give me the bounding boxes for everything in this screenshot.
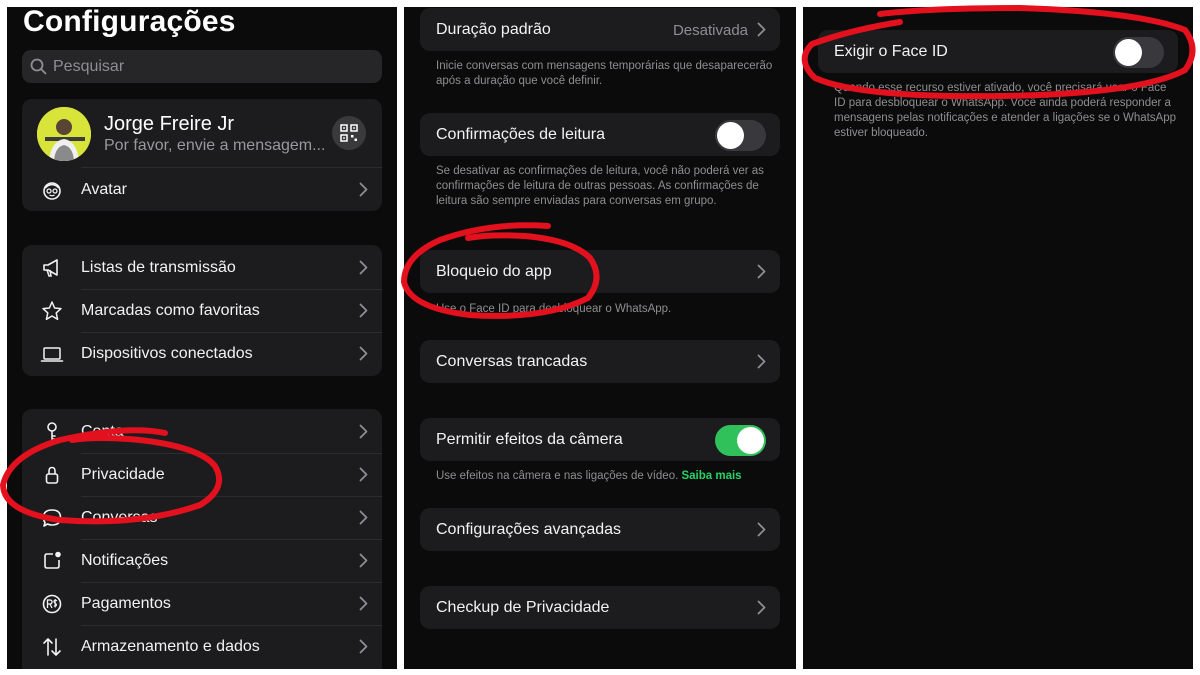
features-group: Listas de transmissão Marcadas como favo… [22, 245, 382, 376]
app-lock-note: Use o Face ID para desbloquear o WhatsAp… [436, 303, 672, 315]
search-icon [30, 58, 47, 75]
search-placeholder: Pesquisar [53, 57, 125, 75]
sidebar-item-payments[interactable]: Pagamentos [22, 582, 382, 625]
profile-status: Por favor, envie a mensagem... [104, 137, 326, 154]
page-title: Configurações [23, 7, 236, 38]
linked-devices-label: Dispositivos conectados [81, 344, 253, 362]
chevron-right-icon [359, 553, 368, 568]
advanced-settings-label: Configurações avançadas [436, 521, 622, 538]
sidebar-item-privacy[interactable]: Privacidade [22, 453, 382, 496]
chevron-right-icon [359, 639, 368, 654]
sidebar-item-notifications[interactable]: Notificações [22, 539, 382, 582]
key-icon [40, 420, 64, 444]
qr-code-icon [340, 124, 358, 142]
settings-group: Conta Privacidade Conversas Notificações [22, 409, 382, 669]
profile-card: Jorge Freire Jr Por favor, envie a mensa… [22, 99, 382, 211]
face-id-label: Exigir o Face ID [834, 43, 948, 60]
camera-effects-label: Permitir efeitos da câmera [436, 431, 623, 448]
app-lock-screen: Exigir o Face ID Quando esse recurso est… [803, 7, 1193, 669]
privacy-label: Privacidade [81, 465, 165, 483]
chevron-right-icon [359, 303, 368, 318]
chevron-right-icon [757, 264, 766, 279]
read-receipts-row: Confirmações de leitura [420, 113, 780, 156]
face-id-toggle[interactable] [1113, 37, 1164, 68]
chat-bubble-icon [40, 506, 64, 530]
camera-effects-note: Use efeitos na câmera e nas ligações de … [436, 469, 776, 484]
account-label: Conta [81, 422, 124, 440]
default-duration-value: Desativada [672, 22, 748, 39]
read-receipts-note: Se desativar as confirmações de leitura,… [436, 165, 764, 207]
read-receipts-label: Confirmações de leitura [436, 126, 605, 143]
chevron-right-icon [757, 522, 766, 537]
avatar-row[interactable]: Avatar [22, 168, 382, 211]
up-down-arrows-icon [40, 635, 64, 659]
sidebar-item-starred[interactable]: Marcadas como favoritas [22, 289, 382, 332]
laptop-icon [40, 342, 64, 366]
notification-badge-icon [40, 549, 64, 573]
avatar-face-icon [40, 178, 64, 202]
default-duration-row[interactable]: Duração padrão Desativada [420, 8, 780, 51]
face-id-row: Exigir o Face ID [818, 30, 1178, 73]
chevron-right-icon [757, 22, 766, 37]
privacy-screen: Duração padrão Desativada Inicie convers… [404, 7, 796, 669]
sidebar-item-chats[interactable]: Conversas [22, 496, 382, 539]
read-receipts-toggle[interactable] [715, 120, 766, 151]
sidebar-item-broadcast-lists[interactable]: Listas de transmissão [22, 246, 382, 289]
privacy-checkup-label: Checkup de Privacidade [436, 599, 610, 616]
profile-name[interactable]: Jorge Freire Jr [104, 113, 234, 136]
app-lock-row[interactable]: Bloqueio do app [420, 250, 780, 293]
settings-screen: Configurações Pesquisar Jorge Freire Jr … [7, 7, 397, 669]
camera-effects-toggle[interactable] [715, 425, 766, 456]
storage-label: Armazenamento e dados [81, 637, 260, 655]
real-currency-icon [40, 592, 64, 616]
chevron-right-icon [359, 424, 368, 439]
sidebar-item-storage[interactable]: Armazenamento e dados [22, 625, 382, 668]
chevron-right-icon [359, 260, 368, 275]
learn-more-link[interactable]: Saiba mais [681, 470, 741, 482]
sidebar-item-account[interactable]: Conta [22, 410, 382, 453]
chevron-right-icon [359, 596, 368, 611]
locked-chats-row[interactable]: Conversas trancadas [420, 340, 780, 383]
star-icon [40, 299, 64, 323]
default-duration-label: Duração padrão [436, 21, 551, 38]
privacy-checkup-row[interactable]: Checkup de Privacidade [420, 586, 780, 629]
chevron-right-icon [757, 354, 766, 369]
camera-effects-row: Permitir efeitos da câmera [420, 418, 780, 461]
payments-label: Pagamentos [81, 594, 171, 612]
chevron-right-icon [359, 467, 368, 482]
avatar[interactable] [37, 107, 91, 161]
search-input[interactable]: Pesquisar [22, 50, 382, 83]
default-duration-note: Inicie conversas com mensagens temporári… [436, 60, 773, 87]
starred-label: Marcadas como favoritas [81, 301, 260, 319]
notifications-label: Notificações [81, 551, 169, 569]
megaphone-icon [40, 256, 64, 280]
lock-icon [40, 463, 64, 487]
face-id-note: Quando esse recurso estiver ativado, voc… [834, 82, 1177, 139]
avatar-row-label: Avatar [81, 180, 127, 198]
chats-label: Conversas [81, 508, 158, 526]
sidebar-item-linked-devices[interactable]: Dispositivos conectados [22, 332, 382, 375]
qr-code-button[interactable] [332, 116, 366, 150]
camera-effects-note-text: Use efeitos na câmera e nas ligações de … [436, 470, 679, 482]
app-lock-label: Bloqueio do app [436, 263, 552, 280]
advanced-settings-row[interactable]: Configurações avançadas [420, 508, 780, 551]
broadcast-lists-label: Listas de transmissão [81, 258, 236, 276]
chevron-right-icon [359, 510, 368, 525]
chevron-right-icon [359, 182, 368, 197]
locked-chats-label: Conversas trancadas [436, 353, 588, 370]
chevron-right-icon [757, 600, 766, 615]
chevron-right-icon [359, 346, 368, 361]
